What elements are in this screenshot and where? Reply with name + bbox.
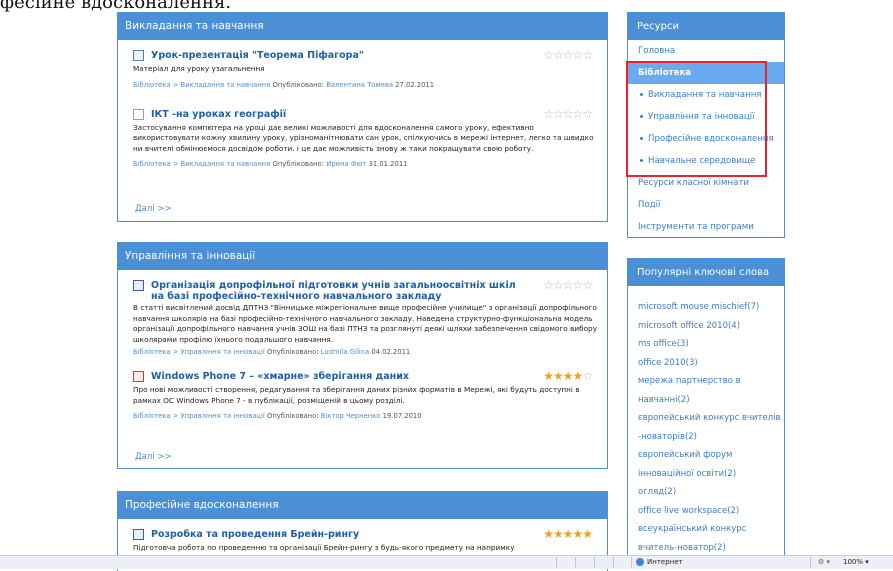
word-icon bbox=[133, 280, 144, 291]
keyword-link[interactable]: огляд(2) bbox=[628, 483, 784, 502]
author-link[interactable]: Віктор Черненко bbox=[321, 412, 381, 420]
status-divider bbox=[575, 557, 576, 568]
bullet-icon bbox=[640, 137, 643, 140]
rating-stars[interactable]: ☆☆☆☆☆ bbox=[543, 108, 593, 120]
nav-tools[interactable]: Інструменти та програми bbox=[628, 216, 784, 238]
globe-icon bbox=[636, 558, 644, 566]
section-title: Викладання та навчання bbox=[118, 13, 607, 40]
keyword-link[interactable]: інноваційної освіти(2) bbox=[628, 465, 784, 484]
author-link[interactable]: Ирина Фют bbox=[326, 160, 366, 168]
list-item: Windows Phone 7 – «хмарне» зберігання да… bbox=[118, 370, 607, 420]
rating-stars[interactable]: ☆☆☆☆☆ bbox=[543, 49, 593, 61]
status-divider bbox=[594, 557, 595, 568]
list-item: Урок-презентація "Теорема Піфагора" ☆☆☆☆… bbox=[118, 49, 607, 89]
keyword-link[interactable]: microsoft office 2010(4) bbox=[628, 317, 784, 336]
list-item: ІКТ -на уроках географії ☆☆☆☆☆ Застосува… bbox=[118, 108, 607, 168]
item-meta: Бібліотека > Викладання та навчання Опуб… bbox=[133, 80, 435, 89]
protected-mode-icon[interactable]: ⚙ ▾ bbox=[818, 556, 830, 568]
resources-panel: Ресурси Головна Бібліотека Викладання та… bbox=[627, 12, 785, 238]
bullet-icon bbox=[640, 159, 643, 162]
keyword-link[interactable]: європейський конкурс вчителів bbox=[628, 409, 784, 428]
item-description: Про нові можливості створення, редагуван… bbox=[133, 385, 580, 405]
nav-home[interactable]: Головна bbox=[628, 40, 784, 62]
status-divider bbox=[810, 557, 811, 568]
rating-stars[interactable]: ☆☆☆☆☆ bbox=[543, 279, 593, 291]
item-description: Підготовча робота по проведенню та орган… bbox=[133, 543, 515, 552]
item-meta: Бібліотека > Управління та інновації Опу… bbox=[133, 348, 411, 356]
item-meta: Бібліотека > Викладання та навчання Опуб… bbox=[133, 160, 408, 168]
pdf-icon bbox=[133, 371, 144, 382]
breadcrumb-link[interactable]: Бібліотека > Управління та інновації bbox=[133, 348, 265, 356]
bullet-icon bbox=[640, 115, 643, 118]
keyword-link[interactable]: європейський форум bbox=[628, 446, 784, 465]
item-title-link[interactable]: Windows Phone 7 – «хмарне» зберігання да… bbox=[133, 371, 597, 382]
keyword-link[interactable]: office 2010(3) bbox=[628, 354, 784, 373]
item-description: Застосування компютера на уроці дає вели… bbox=[133, 122, 594, 153]
bullet-icon bbox=[640, 93, 643, 96]
section-teaching: Викладання та навчання Урок-презентація … bbox=[117, 12, 608, 222]
browser-status-bar: Интернет ⚙ ▾ 100% ▾ bbox=[0, 555, 893, 569]
document-icon bbox=[133, 50, 144, 61]
more-link[interactable]: Далі >> bbox=[135, 452, 172, 462]
nav-teaching[interactable]: Викладання та навчання bbox=[628, 84, 784, 106]
section-title: Управління та інновації bbox=[118, 243, 607, 270]
item-description: Матеріал для уроку узагальнення bbox=[133, 64, 265, 73]
status-divider bbox=[631, 557, 632, 568]
item-title-link[interactable]: Розробка та проведення Брейн-рингу bbox=[133, 529, 597, 540]
nav-management[interactable]: Управління та інновації bbox=[628, 106, 784, 128]
status-divider bbox=[556, 557, 557, 568]
item-title-link[interactable]: Організація допрофільної підготовки учні… bbox=[133, 280, 597, 302]
keywords-panel: Популярні ключові слова microsoft mouse … bbox=[627, 258, 785, 558]
item-description: В статті висвітлений досвід ДПТНЗ "Вінни… bbox=[133, 303, 598, 344]
chevron-down-icon: ▾ bbox=[865, 558, 869, 566]
keyword-link[interactable]: мережа партнерство в bbox=[628, 372, 784, 391]
item-meta: Бібліотека > Управління та інновації Опу… bbox=[133, 412, 422, 420]
section-management: Управління та інновації Організація допр… bbox=[117, 242, 608, 469]
breadcrumb-link[interactable]: Бібліотека > Управління та інновації bbox=[133, 412, 265, 420]
item-title-link[interactable]: ІКТ -на уроках географії bbox=[133, 108, 597, 120]
keyword-link[interactable]: ms office(3) bbox=[628, 335, 784, 354]
keyword-link[interactable]: office live workspace(2) bbox=[628, 502, 784, 521]
author-link[interactable]: Ludmila Gilina bbox=[321, 348, 369, 356]
nav-environment[interactable]: Навчальне середовище bbox=[628, 150, 784, 172]
resources-title: Ресурси bbox=[628, 13, 784, 40]
nav-events[interactable]: Події bbox=[628, 194, 784, 216]
keyword-link[interactable]: -новаторів(2) bbox=[628, 428, 784, 447]
keyword-link[interactable]: всеукраїнський конкурс bbox=[628, 520, 784, 539]
list-item: Організація допрофільної підготовки учні… bbox=[118, 279, 607, 356]
section-title: Професійне вдосконалення bbox=[118, 492, 607, 519]
powerpoint-icon bbox=[133, 108, 144, 120]
keyword-link[interactable]: навчанні(2) bbox=[628, 391, 784, 410]
keywords-title: Популярні ключові слова bbox=[628, 259, 784, 286]
rating-stars[interactable]: ★★★★☆ bbox=[543, 370, 593, 382]
status-divider bbox=[613, 557, 614, 568]
nav-professional[interactable]: Професійне вдосконалення bbox=[628, 128, 784, 150]
rating-stars[interactable]: ★★★★★ bbox=[543, 528, 593, 540]
keyword-link[interactable]: microsoft mouse mischief(7) bbox=[628, 298, 784, 317]
item-title-link[interactable]: Урок-презентація "Теорема Піфагора" bbox=[133, 50, 597, 61]
author-link[interactable]: Валентина Томева bbox=[326, 81, 393, 89]
breadcrumb-link[interactable]: Бібліотека > Викладання та навчання bbox=[133, 160, 270, 168]
zoom-control[interactable]: 100% ▾ bbox=[843, 556, 869, 568]
more-link[interactable]: Далі >> bbox=[135, 204, 172, 214]
nav-classroom-resources[interactable]: Ресурси класної кімнати bbox=[628, 172, 784, 194]
nav-library[interactable]: Бібліотека bbox=[628, 62, 784, 84]
list-item: Розробка та проведення Брейн-рингу ★★★★★… bbox=[118, 528, 607, 554]
breadcrumb-link[interactable]: Бібліотека > Викладання та навчання bbox=[133, 81, 270, 89]
word-icon bbox=[133, 529, 144, 540]
security-zone[interactable]: Интернет bbox=[636, 556, 683, 568]
